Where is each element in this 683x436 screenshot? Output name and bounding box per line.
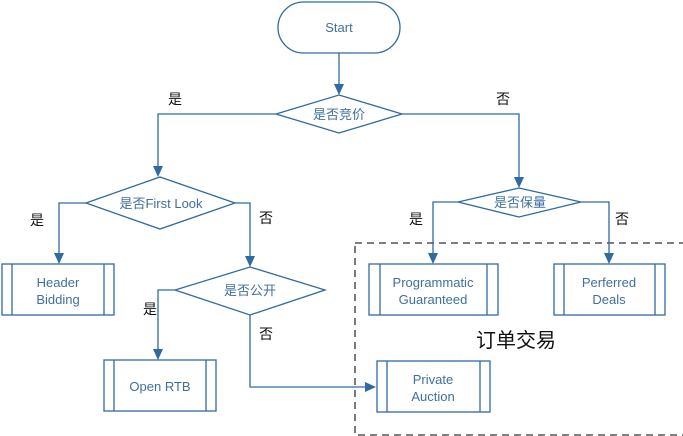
first-look-decision: 是否First Look <box>84 176 237 230</box>
public-decision: 是否公开 <box>172 266 328 316</box>
arrowhead-open-rtb <box>153 349 163 360</box>
open-rtb-node: Open RTB <box>103 359 217 412</box>
arrowhead-header-bidding <box>54 253 64 264</box>
preferred-deals-node: Perferred Deals <box>553 263 666 316</box>
edge-bidding-no <box>402 113 520 177</box>
open-rtb-label: Open RTB <box>129 379 190 394</box>
edge-first-look-no <box>235 202 251 260</box>
arrowhead-private-auction <box>365 382 376 392</box>
edge-bidding-yes <box>157 113 276 166</box>
arrowhead-first-look <box>153 166 163 177</box>
bidding-decision-label: 是否竞价 <box>313 107 365 122</box>
guarantee-decision-label: 是否保量 <box>494 195 546 210</box>
flowchart: 订单交易 Start 是否竞价 是否First Look 是否保量 是否公开 H… <box>1 1 683 436</box>
guarantee-decision: 是否保量 <box>457 187 582 218</box>
programmatic-guaranteed-label-line1: Programmatic <box>393 275 474 290</box>
first-look-no-label: 否 <box>259 211 273 227</box>
guarantee-yes-label: 是 <box>409 212 423 228</box>
public-yes-label: 是 <box>143 302 157 318</box>
preferred-deals-label-line1: Perferred <box>582 275 636 290</box>
private-auction-node: Private Auction <box>376 360 491 413</box>
preferred-deals-label-line2: Deals <box>592 292 626 307</box>
first-look-yes-label: 是 <box>30 213 44 229</box>
edge-guarantee-no <box>581 201 610 257</box>
private-auction-label-line1: Private <box>413 372 453 387</box>
public-no-label: 否 <box>259 327 273 343</box>
header-bidding-node: Header Bidding <box>1 263 115 316</box>
arrowhead-bidding <box>334 84 344 95</box>
bidding-yes-label: 是 <box>168 92 182 108</box>
edge-first-look-yes <box>58 202 86 257</box>
programmatic-guaranteed-label-line2: Guaranteed <box>399 292 468 307</box>
programmatic-guaranteed-node: Programmatic Guaranteed <box>368 263 499 316</box>
arrowhead-programmatic <box>428 253 438 264</box>
edge-guarantee-yes <box>432 201 458 257</box>
private-auction-label-line2: Auction <box>411 389 454 404</box>
header-bidding-label-line2: Bidding <box>36 292 79 307</box>
first-look-decision-label: 是否First Look <box>119 196 203 211</box>
start-node: Start <box>277 1 401 54</box>
arrowhead-preferred <box>604 253 614 264</box>
edge-public-no <box>249 315 369 388</box>
public-decision-label: 是否公开 <box>224 283 276 298</box>
guarantee-no-label: 否 <box>615 212 629 228</box>
bidding-no-label: 否 <box>496 92 510 108</box>
order-trading-group-label: 订单交易 <box>476 328 556 352</box>
edge-public-yes <box>157 289 175 353</box>
header-bidding-label-line1: Header <box>37 275 80 290</box>
arrowhead-guarantee <box>514 177 524 188</box>
arrowhead-public <box>245 256 255 267</box>
start-label: Start <box>325 20 353 35</box>
bidding-decision: 是否竞价 <box>273 94 405 134</box>
